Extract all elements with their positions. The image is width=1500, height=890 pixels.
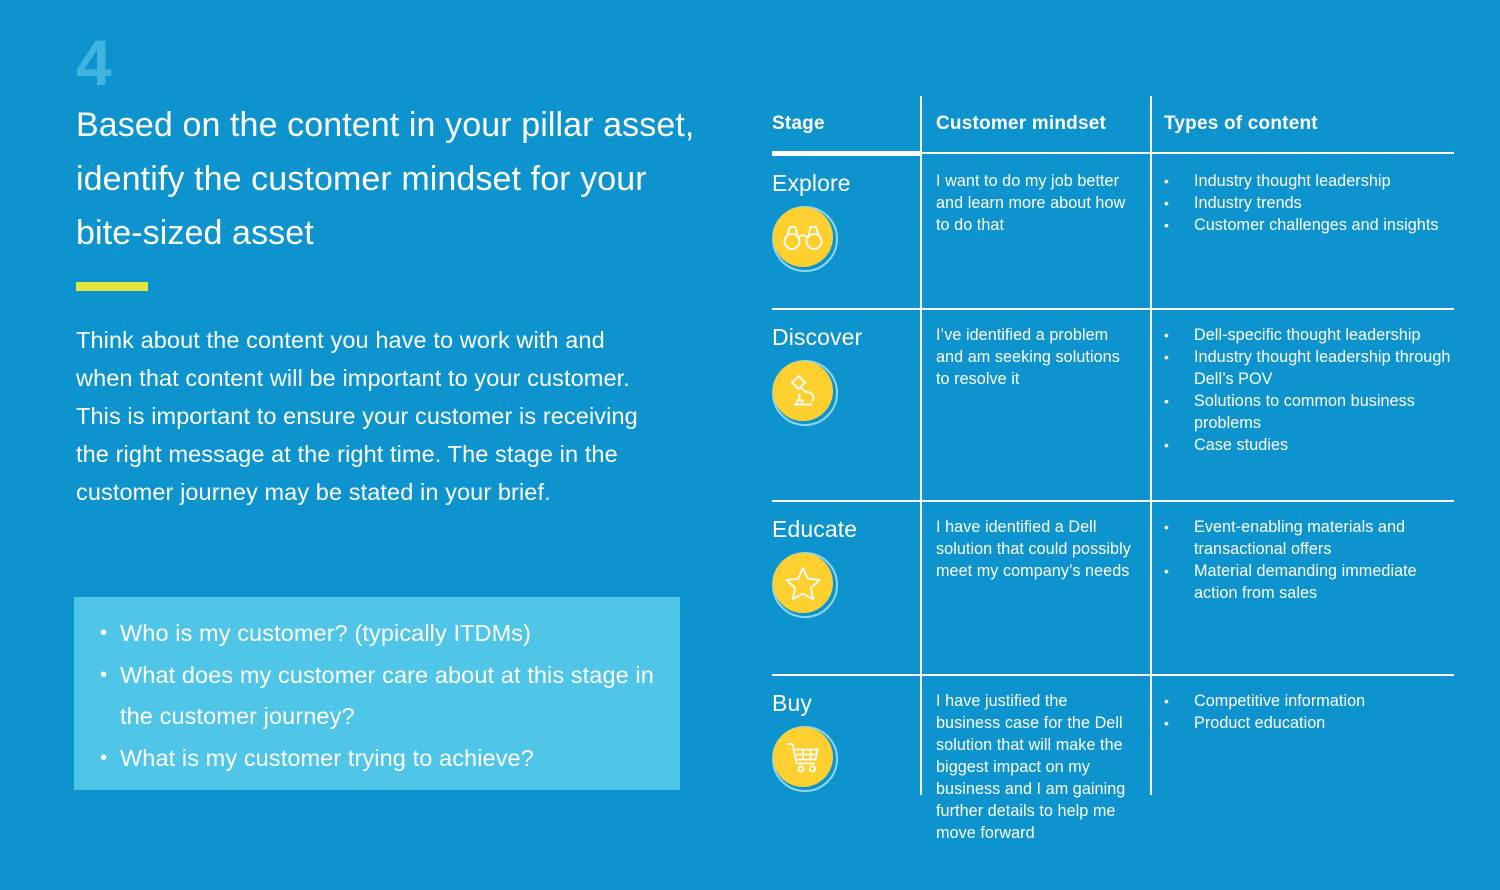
mindset-text: I want to do my job better and learn mor… bbox=[936, 172, 1126, 234]
stage-label: Discover bbox=[772, 324, 863, 350]
list-item: Who is my customer? (typically ITDMs) bbox=[98, 613, 660, 655]
table-row: Buy I have justified the business case f… bbox=[772, 676, 1454, 890]
mindset-text: I’ve identified a problem and am seeking… bbox=[936, 326, 1120, 388]
list-item: Competitive information bbox=[1164, 690, 1454, 712]
list-item: Event-enabling materials and transaction… bbox=[1164, 516, 1454, 560]
callout-bullet-list: Who is my customer? (typically ITDMs) Wh… bbox=[98, 613, 660, 779]
left-content-column: 4 Based on the content in your pillar as… bbox=[76, 27, 716, 535]
list-item: Industry thought leadership bbox=[1164, 170, 1454, 192]
microscope-icon bbox=[772, 360, 838, 426]
column-header-stage: Stage bbox=[772, 113, 825, 134]
list-item: Industry thought leadership through Dell… bbox=[1164, 346, 1454, 390]
content-type-list: Industry thought leadership Industry tre… bbox=[1164, 170, 1454, 236]
step-number: 4 bbox=[76, 27, 112, 99]
mindset-text: I have identified a Dell solution that c… bbox=[936, 518, 1131, 580]
list-item: Case studies bbox=[1164, 434, 1454, 456]
list-item: Industry trends bbox=[1164, 192, 1454, 214]
table-header-row: Stage Customer mindset Types of content bbox=[772, 96, 1454, 151]
content-type-list: Event-enabling materials and transaction… bbox=[1164, 516, 1454, 604]
stage-label: Explore bbox=[772, 170, 851, 196]
binoculars-icon bbox=[772, 206, 838, 272]
stage-label: Educate bbox=[772, 516, 858, 542]
table-row: Educate I have identified a Dell solutio… bbox=[772, 502, 1454, 674]
content-type-list: Dell-specific thought leadership Industr… bbox=[1164, 324, 1454, 456]
shopping-cart-icon bbox=[772, 726, 838, 792]
body-paragraph: Think about the content you have to work… bbox=[76, 327, 638, 505]
list-item: Customer challenges and insights bbox=[1164, 214, 1454, 236]
list-item: What does my customer care about at this… bbox=[98, 655, 660, 738]
list-item: Product education bbox=[1164, 712, 1454, 734]
slide-canvas: 4 Based on the content in your pillar as… bbox=[0, 0, 1500, 844]
icon-disc bbox=[773, 207, 833, 267]
column-header-types-of-content: Types of content bbox=[1164, 113, 1318, 134]
mindset-text: I have justified the business case for t… bbox=[936, 692, 1126, 842]
accent-underline-bar bbox=[76, 282, 148, 291]
page-title: Based on the content in your pillar asse… bbox=[76, 106, 695, 252]
question-callout-box: Who is my customer? (typically ITDMs) Wh… bbox=[74, 597, 680, 790]
list-item: Solutions to common business problems bbox=[1164, 390, 1454, 434]
star-icon bbox=[772, 552, 838, 618]
icon-disc bbox=[773, 727, 833, 787]
customer-mindset-table: Stage Customer mindset Types of content … bbox=[772, 96, 1454, 890]
icon-disc bbox=[773, 361, 833, 421]
table-row: Explore I want to do my job better and l… bbox=[772, 156, 1454, 308]
icon-disc bbox=[773, 553, 833, 613]
column-header-customer-mindset: Customer mindset bbox=[936, 113, 1107, 134]
list-item: What is my customer trying to achieve? bbox=[98, 738, 660, 780]
stage-label: Buy bbox=[772, 690, 812, 716]
list-item: Dell-specific thought leadership bbox=[1164, 324, 1454, 346]
content-type-list: Competitive information Product educatio… bbox=[1164, 690, 1454, 734]
table-row: Discover I’ve identified a problem and a… bbox=[772, 310, 1454, 500]
list-item: Material demanding immediate action from… bbox=[1164, 560, 1454, 604]
